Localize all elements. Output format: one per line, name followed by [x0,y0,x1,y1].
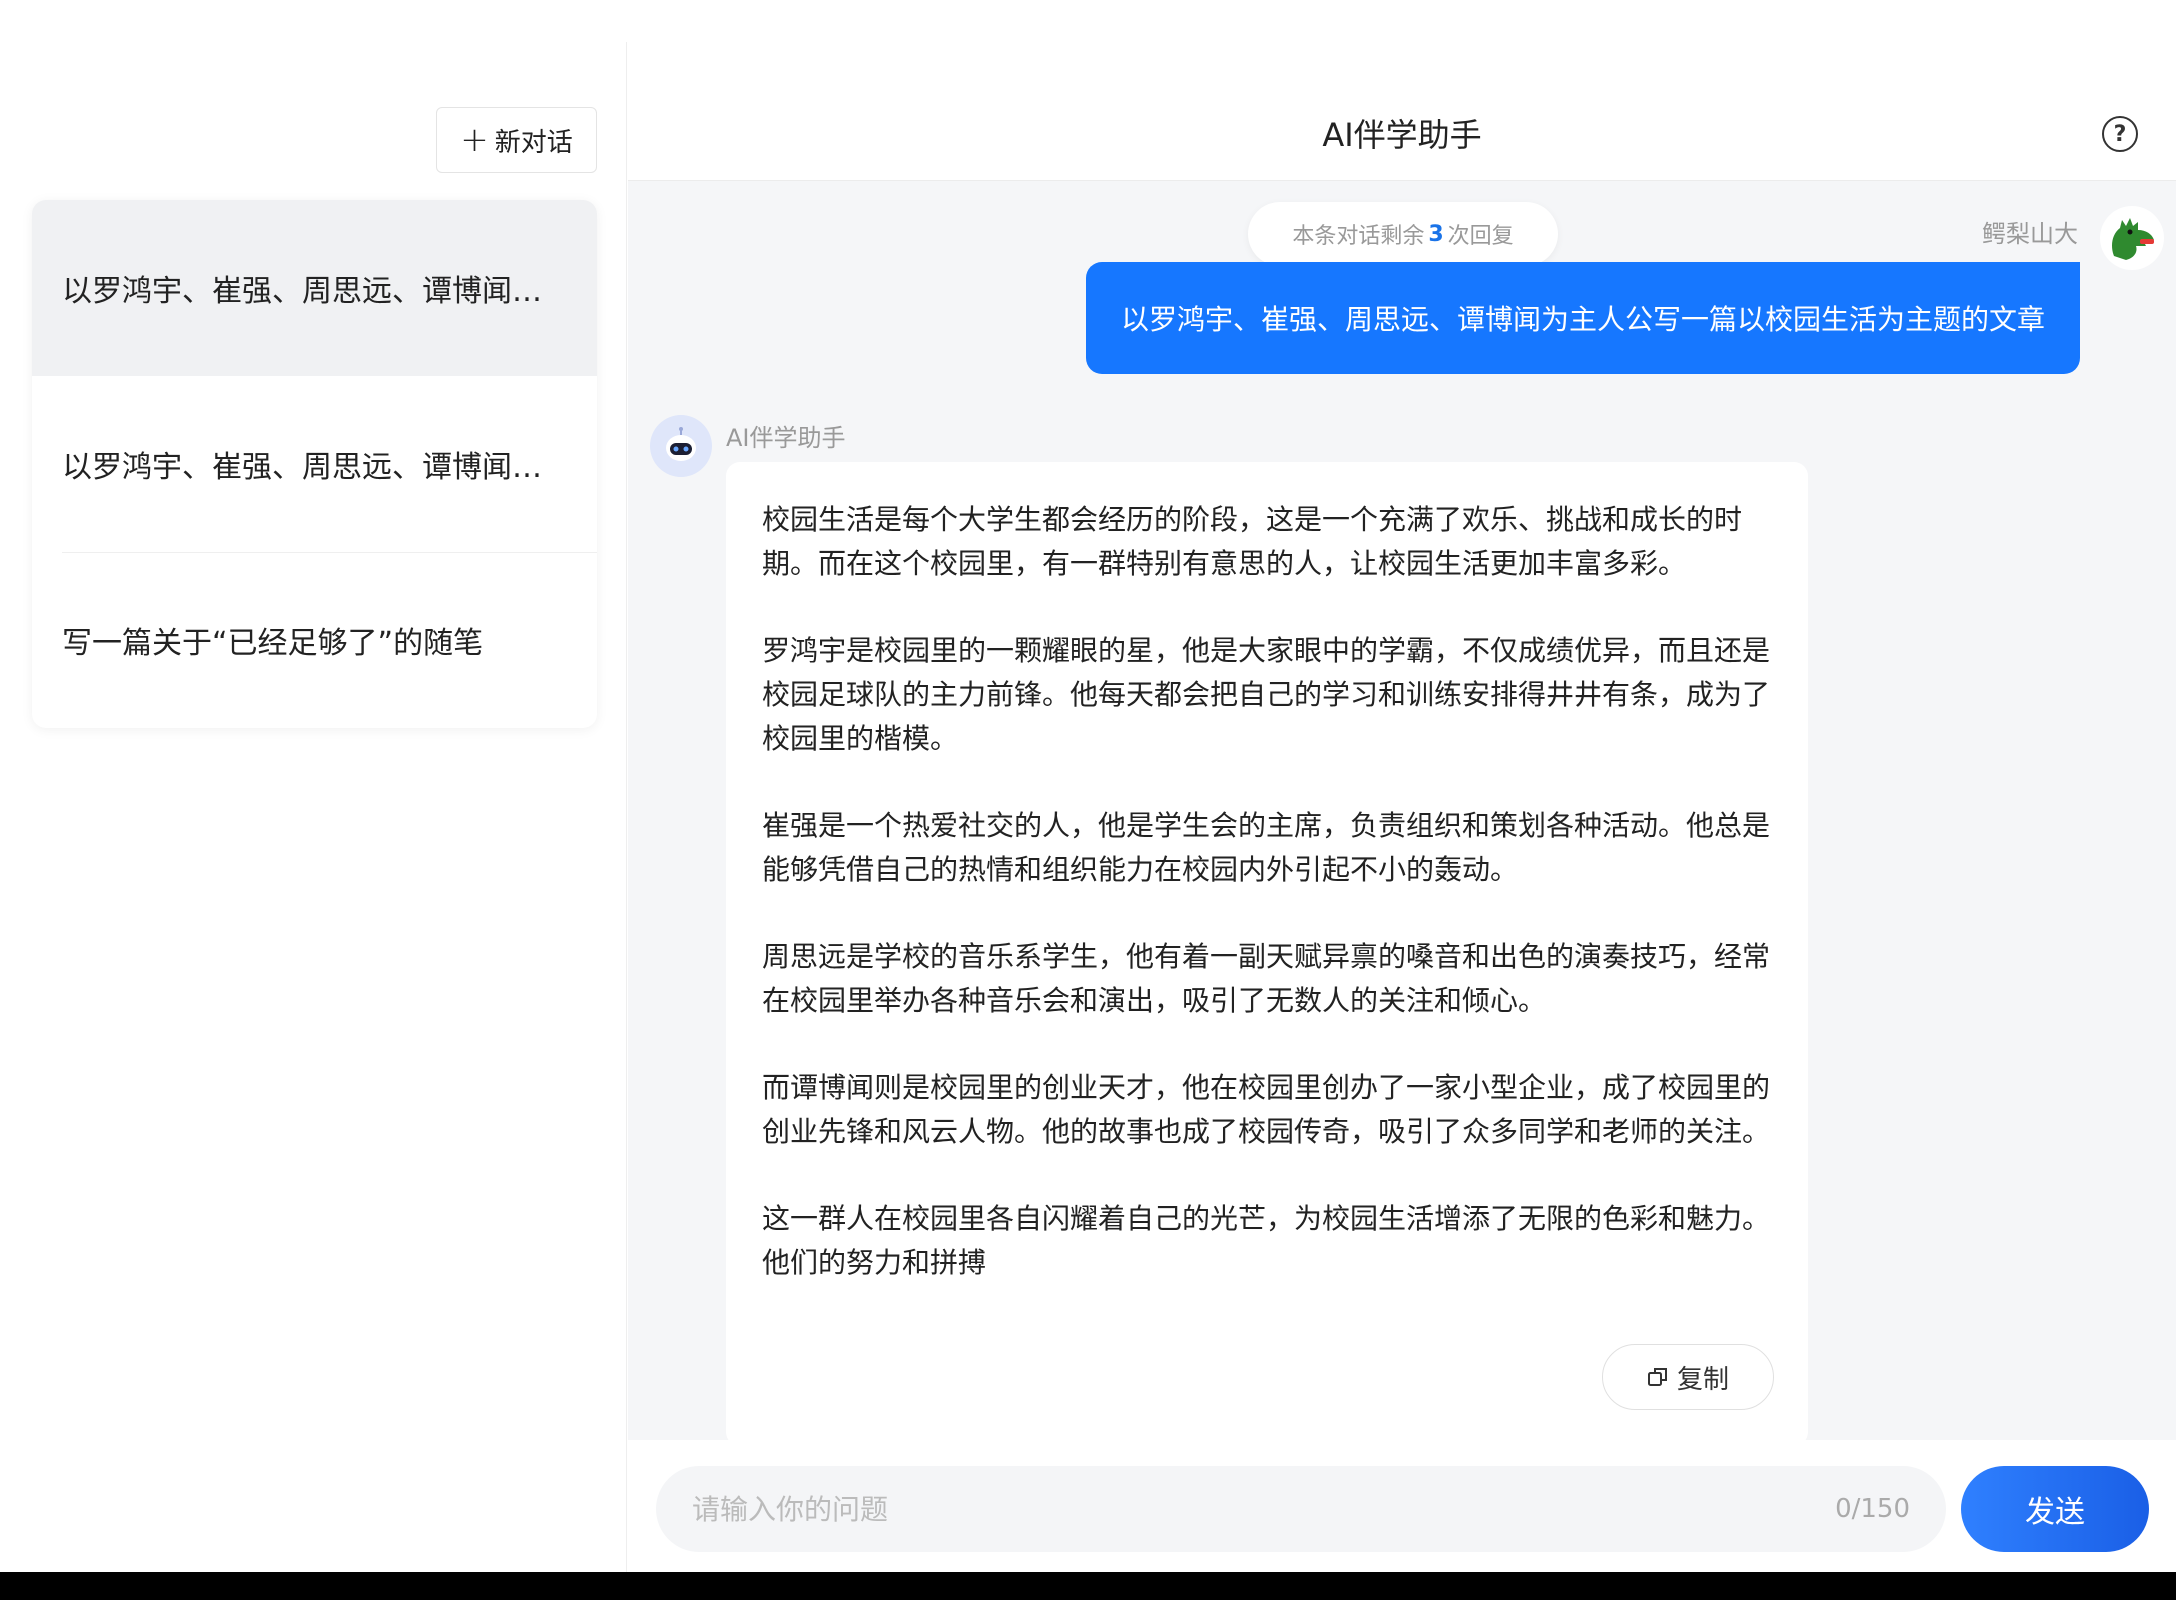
bot-paragraph: 这一群人在校园里各自闪耀着自己的光芒，为校园生活增添了无限的色彩和魅力。他们的努… [762,1202,1771,1279]
app-window: + 新对话 以罗鸿宇、崔强、周思远、谭博闻为主人公写一篇以校园生活为主题的文章 … [0,0,2176,1572]
user-avatar [2100,206,2164,270]
bot-avatar [650,415,712,477]
input-bar: 0/150 发送 [628,1440,2176,1572]
page-title: AI伴学助手 [1322,116,1482,154]
bot-paragraph: 崔强是一个热爱社交的人，他是学生会的主席，负责组织和策划各种活动。他总是能够凭借… [762,809,1771,886]
chat-main: AI伴学助手 ? 本条对话剩余 3 次回复 鳄梨山大 以罗鸿宇、崔强、周思远、谭… [628,42,2176,1572]
chat-history-item-label: 写一篇关于“已经足够了”的随笔 [62,626,484,661]
chat-history-item[interactable]: 写一篇关于“已经足够了”的随笔 [32,552,597,728]
chat-history-item-label: 以罗鸿宇、崔强、周思远、谭博闻为主人公写一篇以校园生活为主题的文章 [62,274,562,309]
char-count: 0/150 [1835,1494,1910,1524]
user-name: 鳄梨山大 [1982,220,2078,248]
bot-paragraph: 而谭博闻则是校园里的创业天才，他在校园里创办了一家小型企业，成了校园里的创业先锋… [762,1071,1771,1148]
chat-history-item-label: 以罗鸿宇、崔强、周思远、谭博闻为主人公写一篇以校园生活为主题的文章 [62,450,562,485]
bot-message-bubble: 校园生活是每个大学生都会经历的阶段，这是一个充满了欢乐、挑战和成长的时期。而在这… [726,462,1808,1446]
chat-history-item[interactable]: 以罗鸿宇、崔强、周思远、谭博闻为主人公写一篇以校园生活为主题的文章 [32,200,597,376]
bot-message-text: 校园生活是每个大学生都会经历的阶段，这是一个充满了欢乐、挑战和成长的时期。而在这… [762,498,1772,1285]
question-input-wrapper: 0/150 [656,1466,1946,1552]
user-message-text: 以罗鸿宇、崔强、周思远、谭博闻为主人公写一篇以校园生活为主题的文章 [1120,303,2045,336]
send-button[interactable]: 发送 [1961,1466,2149,1552]
chat-history-list: 以罗鸿宇、崔强、周思远、谭博闻为主人公写一篇以校园生活为主题的文章 以罗鸿宇、崔… [32,200,597,728]
bot-name: AI伴学助手 [726,424,846,452]
new-chat-label: 新对话 [494,127,573,158]
robot-avatar-icon [650,415,712,477]
sidebar: + 新对话 以罗鸿宇、崔强、周思远、谭博闻为主人公写一篇以校园生活为主题的文章 … [0,42,627,1572]
help-icon[interactable]: ? [2102,116,2138,152]
copy-button[interactable]: 复制 [1602,1344,1774,1410]
chat-header: AI伴学助手 ? [628,42,2176,181]
copy-icon [1647,1366,1669,1388]
remaining-suffix: 次回复 [1447,224,1514,249]
remaining-count: 3 [1428,221,1444,247]
remaining-prefix: 本条对话剩余 [1292,224,1425,249]
dinosaur-avatar-icon [2112,218,2154,260]
chat-history-item[interactable]: 以罗鸿宇、崔强、周思远、谭博闻为主人公写一篇以校园生活为主题的文章 [32,376,597,552]
user-message-bubble: 以罗鸿宇、崔强、周思远、谭博闻为主人公写一篇以校园生活为主题的文章 [1086,262,2080,374]
bot-paragraph: 罗鸿宇是校园里的一颗耀眼的星，他是大家眼中的学霸，不仅成绩优异，而且还是校园足球… [762,634,1771,755]
question-input[interactable] [692,1492,1836,1526]
plus-icon: + [460,120,489,160]
bot-paragraph: 周思远是学校的音乐系学生，他有着一副天赋异禀的嗓音和出色的演奏技巧，经常在校园里… [762,940,1771,1017]
new-chat-button[interactable]: + 新对话 [436,107,597,173]
bot-paragraph: 校园生活是每个大学生都会经历的阶段，这是一个充满了欢乐、挑战和成长的时期。而在这… [762,503,1743,580]
copy-label: 复制 [1676,1364,1729,1395]
remaining-replies-badge: 本条对话剩余 3 次回复 [1248,202,1558,266]
